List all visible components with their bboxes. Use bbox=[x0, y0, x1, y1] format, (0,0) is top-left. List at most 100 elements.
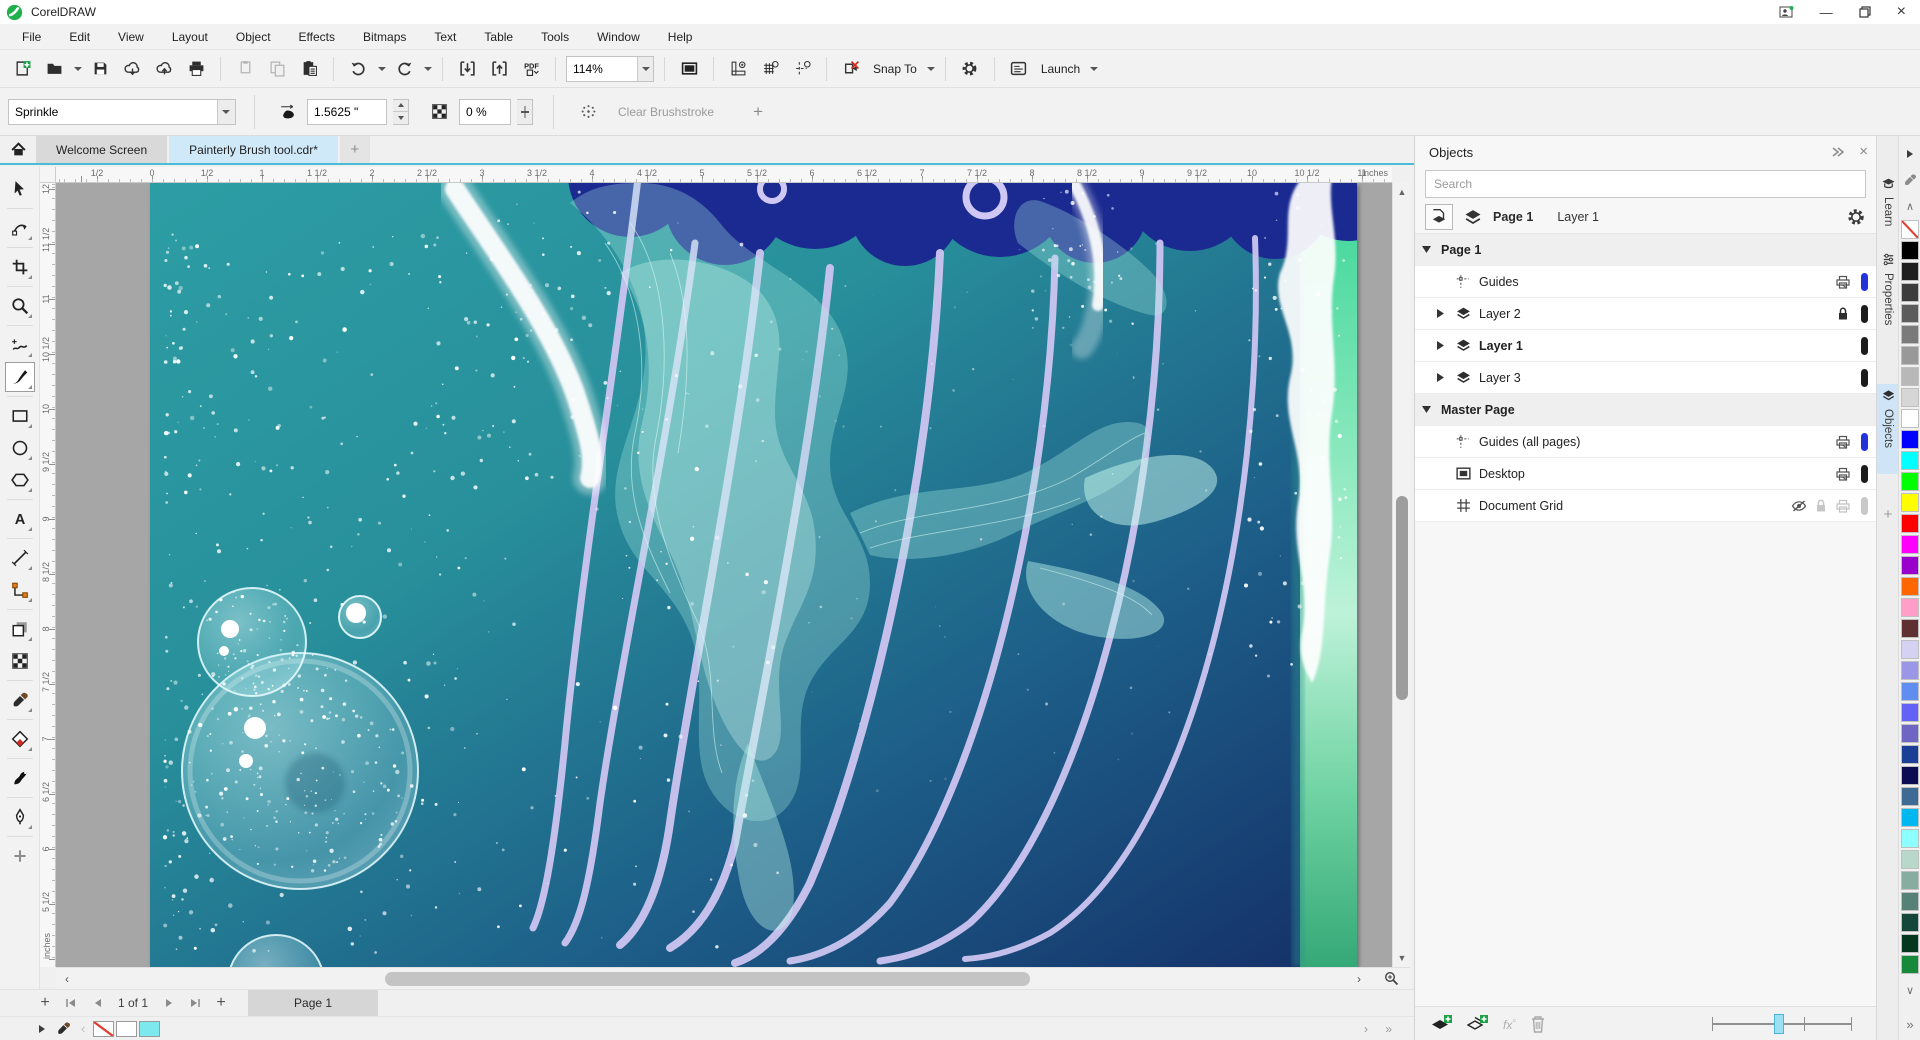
palette-eyedropper-icon[interactable] bbox=[56, 1021, 71, 1036]
expand-arrow-icon[interactable] bbox=[1415, 406, 1437, 413]
export-icon[interactable] bbox=[485, 55, 513, 83]
crop-tool[interactable] bbox=[5, 252, 35, 282]
new-master-layer-icon[interactable] bbox=[1467, 1014, 1489, 1034]
menu-edit[interactable]: Edit bbox=[55, 26, 104, 48]
nib-size-field[interactable] bbox=[307, 99, 387, 125]
print-icon[interactable] bbox=[182, 55, 210, 83]
layer-color-pill[interactable] bbox=[1861, 497, 1868, 515]
tab-active-document[interactable]: Painterly Brush tool.cdr* bbox=[169, 136, 338, 163]
new-document-icon[interactable] bbox=[8, 55, 36, 83]
snap-to-label[interactable]: Snap To bbox=[869, 62, 921, 76]
palette-swatch-00ffff[interactable] bbox=[1901, 451, 1919, 470]
palette-swatch-9900cc[interactable] bbox=[1901, 556, 1919, 575]
horizontal-scroll-thumb[interactable] bbox=[385, 972, 1030, 986]
cut-icon[interactable] bbox=[231, 55, 259, 83]
brush-style-input[interactable] bbox=[9, 105, 217, 119]
painterly-brush-tool[interactable] bbox=[5, 763, 35, 793]
interactive-fill-tool[interactable] bbox=[5, 724, 35, 754]
fullscreen-preview-icon[interactable] bbox=[675, 55, 703, 83]
objects-search-input[interactable] bbox=[1426, 177, 1865, 191]
layer-navigation-icon[interactable] bbox=[1425, 204, 1453, 230]
palette-swatch-ffff00[interactable] bbox=[1901, 493, 1919, 512]
account-icon[interactable] bbox=[1779, 6, 1794, 19]
scroll-down-icon[interactable]: ▼ bbox=[1393, 949, 1411, 967]
menu-layout[interactable]: Layout bbox=[158, 26, 222, 48]
drawing-page[interactable] bbox=[150, 183, 1357, 967]
palette-swatch-86ad9f[interactable] bbox=[1901, 871, 1919, 890]
objects-row-layer-1[interactable]: Layer 1 bbox=[1415, 330, 1876, 362]
objects-section-page-1[interactable]: Page 1 bbox=[1415, 234, 1876, 266]
printer-icon[interactable] bbox=[1835, 434, 1851, 450]
menu-bitmaps[interactable]: Bitmaps bbox=[349, 26, 420, 48]
shape-tool[interactable] bbox=[5, 213, 35, 243]
rectangle-tool[interactable] bbox=[5, 401, 35, 431]
restore-button[interactable] bbox=[1859, 6, 1871, 18]
vertical-scroll-thumb[interactable] bbox=[1396, 496, 1408, 700]
collapse-arrow-icon[interactable] bbox=[1429, 309, 1451, 318]
palette-swatch-5c5c5c[interactable] bbox=[1901, 304, 1919, 323]
palette-scroll-left-icon[interactable]: ‹ bbox=[81, 1021, 85, 1036]
new-layer-icon[interactable] bbox=[1431, 1014, 1453, 1034]
lock-icon[interactable] bbox=[1835, 306, 1851, 322]
objects-row-layer-3[interactable]: Layer 3 bbox=[1415, 362, 1876, 394]
doc-swatch-cyan[interactable] bbox=[139, 1021, 160, 1037]
palette-swatch-6462f5[interactable] bbox=[1901, 703, 1919, 722]
menu-help[interactable]: Help bbox=[654, 26, 707, 48]
palette-swatch-0000ff[interactable] bbox=[1901, 430, 1919, 449]
menu-table[interactable]: Table bbox=[470, 26, 527, 48]
drop-shadow-tool[interactable] bbox=[5, 614, 35, 644]
vertical-ruler[interactable]: 1211 1/21110 1/2109 1/298 1/287 1/276 1/… bbox=[40, 183, 56, 967]
docker-tab-learn[interactable]: Learn bbox=[1877, 172, 1899, 242]
layer-color-pill[interactable] bbox=[1861, 305, 1868, 323]
open-icon[interactable] bbox=[40, 55, 68, 83]
undo-caret[interactable] bbox=[378, 67, 386, 71]
palette-swatch-b8b8b8[interactable] bbox=[1901, 367, 1919, 386]
palette-swatch-5f8df0[interactable] bbox=[1901, 682, 1919, 701]
text-tool[interactable]: A bbox=[5, 504, 35, 534]
scroll-right-icon[interactable]: › bbox=[1348, 968, 1370, 990]
palette-swatch-00ff00[interactable] bbox=[1901, 472, 1919, 491]
open-caret[interactable] bbox=[74, 67, 82, 71]
brush-style-caret[interactable] bbox=[217, 100, 235, 124]
last-page-icon[interactable] bbox=[182, 992, 208, 1014]
layers-icon[interactable] bbox=[1463, 207, 1483, 227]
printergray-icon[interactable] bbox=[1835, 498, 1851, 514]
palette-swatch-8effff[interactable] bbox=[1901, 829, 1919, 848]
ellipse-tool[interactable] bbox=[5, 433, 35, 463]
palette-scroll-right-icon[interactable]: › bbox=[1364, 1022, 1368, 1036]
palette-swatch-none[interactable] bbox=[1901, 220, 1919, 239]
collapse-arrow-icon[interactable] bbox=[1429, 373, 1451, 382]
menu-object[interactable]: Object bbox=[222, 26, 285, 48]
minimize-button[interactable]: — bbox=[1820, 6, 1833, 19]
palette-scroll-up-icon[interactable]: ∧ bbox=[1899, 196, 1920, 216]
palette-expand-icon-2[interactable]: » bbox=[1899, 1014, 1920, 1034]
cloud-download-icon[interactable] bbox=[118, 55, 146, 83]
horizontal-ruler[interactable]: 1/201/211 1/222 1/233 1/244 1/255 1/266 … bbox=[56, 167, 1392, 183]
add-page-button[interactable]: + bbox=[32, 992, 58, 1014]
guidelines-toggle-icon[interactable] bbox=[788, 55, 816, 83]
zoom-level-caret[interactable] bbox=[637, 57, 653, 81]
transparency-input[interactable] bbox=[460, 105, 510, 119]
palette-swatch-d4d2f2[interactable] bbox=[1901, 640, 1919, 659]
next-page-icon[interactable] bbox=[156, 992, 182, 1014]
objects-row-desktop[interactable]: Desktop bbox=[1415, 458, 1876, 490]
palette-swatch-6f66c4[interactable] bbox=[1901, 724, 1919, 743]
palette-swatch-d6d6d6[interactable] bbox=[1901, 388, 1919, 407]
menu-file[interactable]: File bbox=[8, 26, 55, 48]
launch-caret[interactable] bbox=[1090, 67, 1098, 71]
page-tab[interactable]: Page 1 bbox=[248, 990, 378, 1017]
polygon-tool[interactable] bbox=[5, 465, 35, 495]
palette-eyedropper-icon-2[interactable] bbox=[1899, 170, 1920, 190]
launch-label[interactable]: Launch bbox=[1037, 62, 1084, 76]
transparency-slider-toggle[interactable] bbox=[517, 99, 533, 125]
objects-row-document-grid[interactable]: Document Grid bbox=[1415, 490, 1876, 522]
palette-swatch-999999[interactable] bbox=[1901, 346, 1919, 365]
tab-welcome-screen[interactable]: Welcome Screen bbox=[36, 136, 167, 163]
palette-flyout-icon[interactable] bbox=[38, 1024, 46, 1034]
artistic-media-tool[interactable] bbox=[5, 362, 35, 392]
palette-swatch-3d3d3d[interactable] bbox=[1901, 283, 1919, 302]
objects-options-gear-icon[interactable] bbox=[1846, 207, 1866, 227]
horizontal-scrollbar[interactable]: ‹ › bbox=[56, 967, 1410, 989]
color-eyedropper-tool[interactable] bbox=[5, 685, 35, 715]
scroll-up-icon[interactable]: ▲ bbox=[1393, 183, 1411, 201]
